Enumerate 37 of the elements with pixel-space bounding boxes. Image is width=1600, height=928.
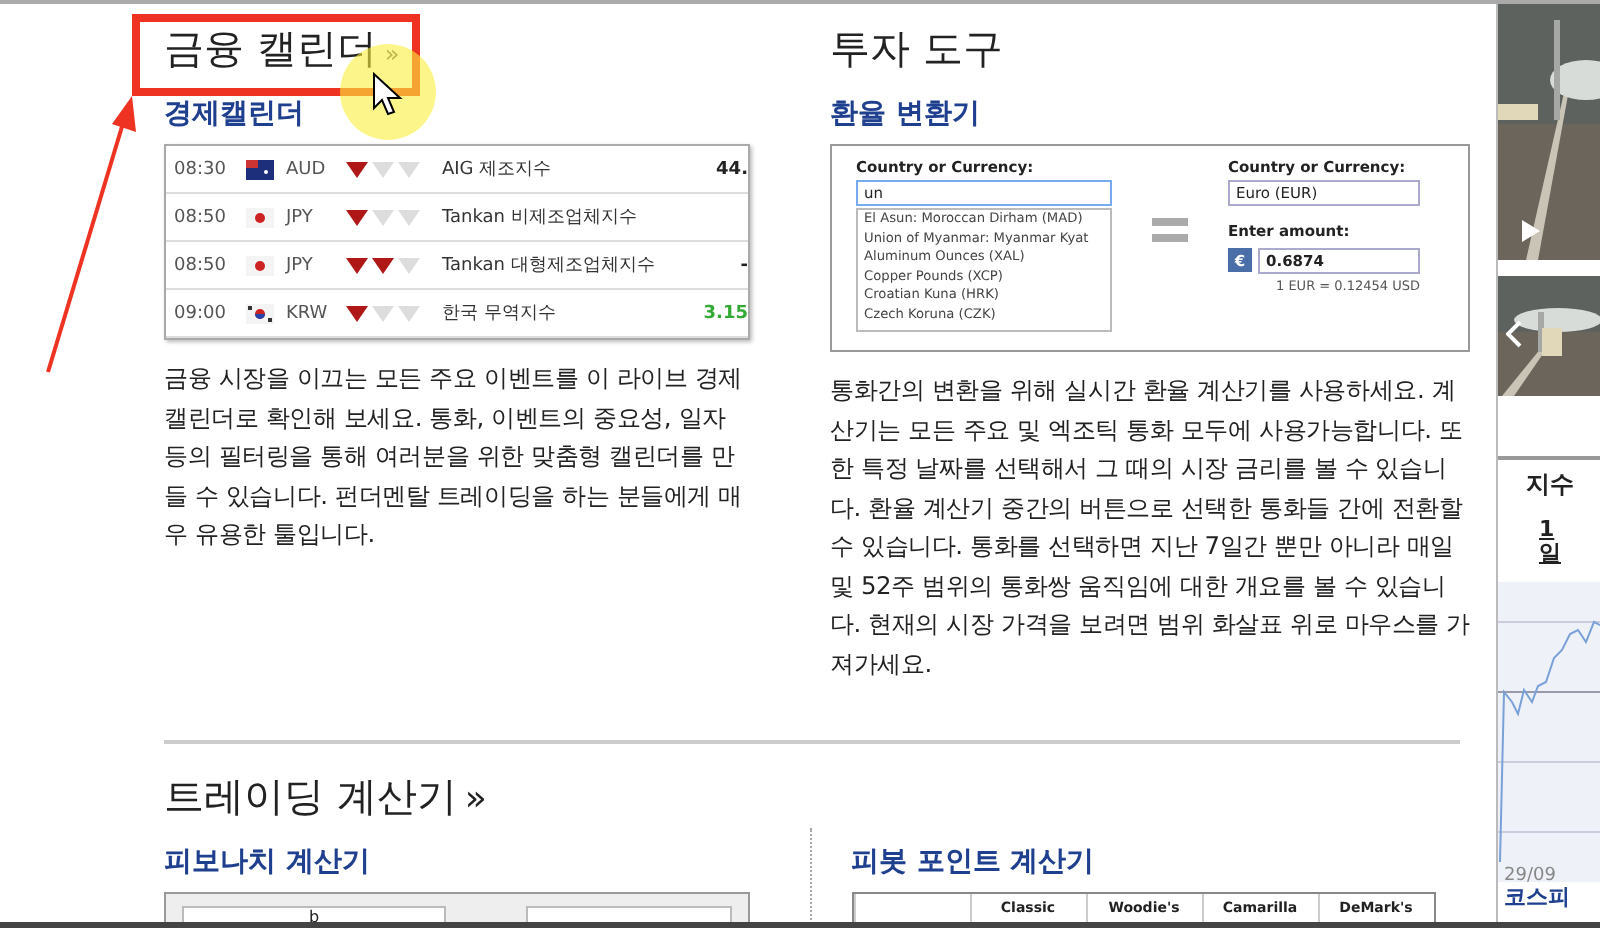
flag-icon <box>246 303 274 323</box>
section-title: 금융 캘린더 <box>164 24 377 72</box>
time-cell-text: 09:00 <box>174 303 228 323</box>
flag-icon <box>246 207 274 227</box>
section-title: 투자 도구 <box>830 24 1003 72</box>
time-cell-text: 08:50 <box>174 255 228 275</box>
section-title: 트레이딩 계산기 <box>164 772 457 820</box>
currency-cell-text: KRW <box>286 303 330 323</box>
value-cell-text: 3.15 <box>701 303 748 323</box>
event-cell-text: Tankan 대형제조업체지수 <box>442 254 657 278</box>
date-label: 29/09 <box>1504 866 1556 886</box>
tool-link[interactable]: 환율 변환기 <box>830 96 1470 132</box>
tool-link[interactable]: 피봇 포인트 계산기 <box>851 844 1456 880</box>
play-icon[interactable] <box>1522 220 1540 242</box>
value-cell-text: - <box>738 255 748 275</box>
currency-cell-text: JPY <box>286 207 315 227</box>
chevron-left-icon[interactable] <box>1506 320 1522 348</box>
index-name: 코스피 <box>1504 882 1570 913</box>
period-tab[interactable]: 1일 <box>1539 518 1561 567</box>
flag-icon <box>246 159 274 179</box>
value-cell-text: 44. <box>714 159 748 179</box>
panel-title: 지수 <box>1526 468 1574 502</box>
event-cell-text: AIG 제조지수 <box>442 158 554 182</box>
more-link[interactable]: » <box>464 778 487 820</box>
time-cell-text: 08:50 <box>174 207 228 227</box>
event-cell-text: 한국 무역지수 <box>442 302 558 326</box>
description: 금융 시장을 이끄는 모든 주요 이벤트를 이 라이브 경제 캘린더로 확인해 보세요. 통화, 이벤트의 중요성, 일자 등의 필터링을 통해 여러분을 위한 맞춤형 캘린더를 만들 수 있습니다. 펀더멘탈 트레이딩을 하는 분들에게 매우 유용한 툴입니다. <box>164 362 744 552</box>
table-cell: b <box>182 906 446 922</box>
description: 통화간의 변환을 위해 실시간 환율 계산기를 사용하세요. 계산기는 모든 주요 및 엑조틱 통화 모두에 사용가능합니다. 또한 특정 날짜를 선택해서 그 때의 시장 금리를 볼 수 있습니다. 환율 계산기 중간의 버튼으로 선택한 통화들 간에 전환할 수 있습니다. 통화를 선택하면 지난 7일간 뿐만 아니라 매일 및 52주 범위의 통화쌍 움직임에 대한 개요를 볼 수 있습니다. 현재의 시장 가격을 보려면 범위 화살표 위로 마우스를 가져가세요. <box>830 374 1470 681</box>
time-cell-text: 08:30 <box>174 159 228 179</box>
tool-link[interactable]: 피보나치 계산기 <box>164 844 769 880</box>
currency-cell-text: JPY <box>286 255 315 275</box>
currency-cell-text: AUD <box>286 159 328 179</box>
flag-icon <box>246 255 274 275</box>
tool-link[interactable]: 경제캘린더 <box>164 96 750 132</box>
cursor-icon <box>372 72 404 116</box>
event-cell-text: Tankan 비제조업체지수 <box>442 206 639 230</box>
